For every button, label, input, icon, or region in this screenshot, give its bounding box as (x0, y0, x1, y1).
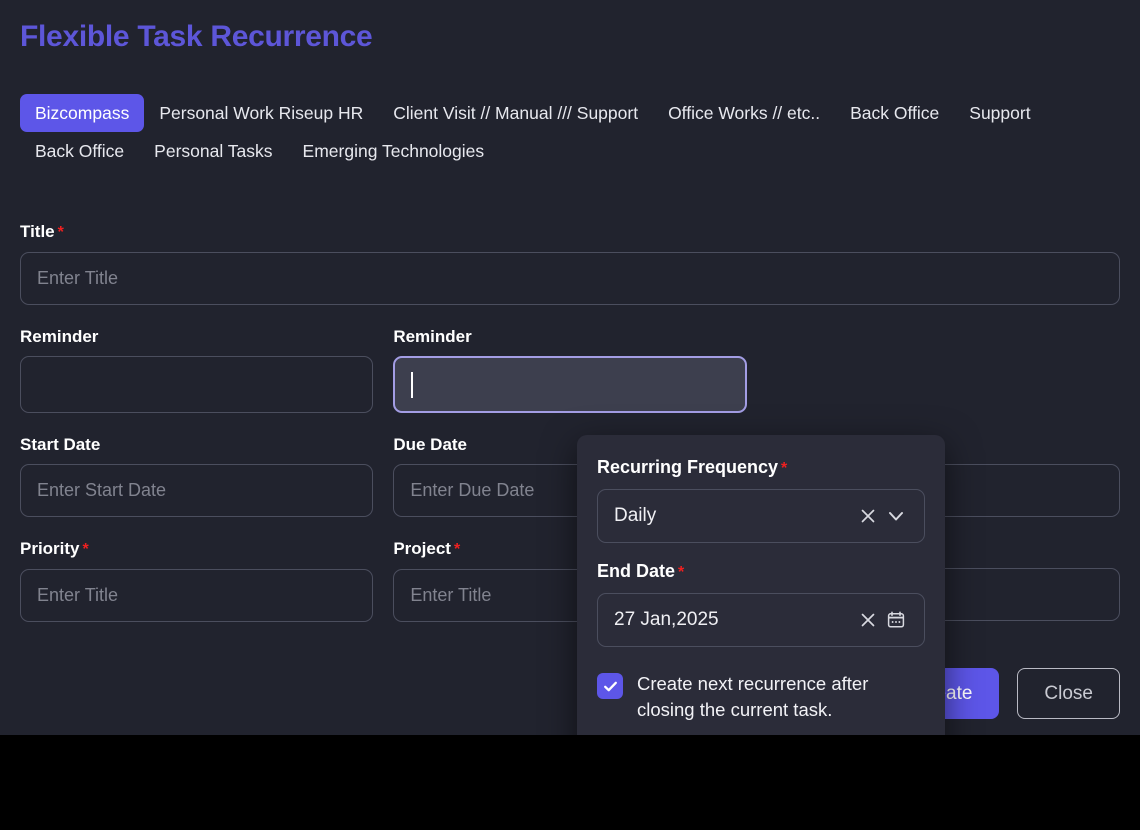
required-asterisk: * (83, 541, 89, 558)
close-x-icon[interactable] (854, 606, 882, 634)
chevron-down-icon[interactable] (882, 502, 910, 530)
create-next-recurrence-checkbox[interactable] (597, 673, 623, 699)
recurrence-popup: Recurring Frequency* Daily End Date* (577, 435, 945, 735)
recurring-frequency-label: Recurring Frequency* (597, 457, 925, 479)
required-asterisk: * (58, 224, 64, 241)
popup-field-end-date: End Date* 27 Jan,2025 (597, 561, 925, 647)
calendar-icon[interactable] (882, 606, 910, 634)
field-group-priority: Priority* Enter Title (20, 539, 373, 622)
tab-strip: Bizcompass Personal Work Riseup HR Clien… (20, 94, 1130, 170)
check-icon (602, 678, 619, 695)
reminder-left-label: Reminder (20, 327, 373, 347)
create-next-recurrence-label: Create next recurrence after closing the… (637, 671, 925, 723)
field-row-dates: Start Date Enter Start Date Due Date Ent… (20, 435, 1120, 517)
required-asterisk: * (454, 541, 460, 558)
field-row-priority: Priority* Enter Title Project* Enter Tit… (20, 539, 1120, 622)
page-title: Flexible Task Recurrence (20, 20, 372, 54)
title-label-text: Title (20, 222, 55, 241)
tab-personal-work-riseup-hr[interactable]: Personal Work Riseup HR (144, 94, 378, 132)
end-date-field[interactable]: 27 Jan,2025 (597, 593, 925, 647)
end-date-value: 27 Jan,2025 (614, 609, 854, 631)
field-group-reminder-spacer (767, 327, 1120, 413)
field-row-reminder: Reminder Reminder (20, 327, 1120, 413)
priority-label: Priority* (20, 539, 373, 560)
recurring-frequency-label-text: Recurring Frequency (597, 457, 778, 477)
tab-personal-tasks[interactable]: Personal Tasks (139, 132, 287, 170)
tab-client-visit-manual-support[interactable]: Client Visit // Manual /// Support (378, 94, 653, 132)
tab-back-office-2[interactable]: Back Office (20, 132, 139, 170)
tab-office-works-etc[interactable]: Office Works // etc.. (653, 94, 835, 132)
end-date-label: End Date* (597, 561, 925, 583)
close-x-icon[interactable] (854, 502, 882, 530)
close-button[interactable]: Close (1017, 668, 1120, 719)
required-asterisk: * (781, 460, 787, 477)
tab-back-office[interactable]: Back Office (835, 94, 954, 132)
text-caret (411, 372, 413, 398)
start-date-label: Start Date (20, 435, 373, 455)
title-input[interactable]: Enter Title (20, 252, 1120, 305)
recurring-frequency-value: Daily (614, 505, 854, 527)
priority-label-text: Priority (20, 539, 80, 558)
tab-bizcompass[interactable]: Bizcompass (20, 94, 144, 132)
field-group-start-date: Start Date Enter Start Date (20, 435, 373, 517)
tab-emerging-technologies[interactable]: Emerging Technologies (288, 132, 500, 170)
tab-support[interactable]: Support (954, 94, 1045, 132)
required-asterisk: * (678, 564, 684, 581)
start-date-input[interactable]: Enter Start Date (20, 464, 373, 517)
project-label-text: Project (393, 539, 451, 558)
recurring-frequency-select[interactable]: Daily (597, 489, 925, 543)
field-group-title: Title* Enter Title (20, 222, 1120, 305)
priority-input[interactable]: Enter Title (20, 569, 373, 622)
popup-field-frequency: Recurring Frequency* Daily (597, 457, 925, 543)
app-viewport: Flexible Task Recurrence Bizcompass Pers… (0, 0, 1140, 735)
title-label: Title* (20, 222, 1120, 243)
field-group-reminder-right: Reminder (393, 327, 746, 413)
task-form: Title* Enter Title Reminder Reminder Sta… (20, 222, 1120, 644)
reminder-left-input[interactable] (20, 356, 373, 413)
popup-checkbox-row: Create next recurrence after closing the… (597, 671, 925, 723)
reminder-right-input[interactable] (393, 356, 746, 413)
end-date-label-text: End Date (597, 561, 675, 581)
field-group-reminder-left: Reminder (20, 327, 373, 413)
reminder-right-label: Reminder (393, 327, 746, 347)
